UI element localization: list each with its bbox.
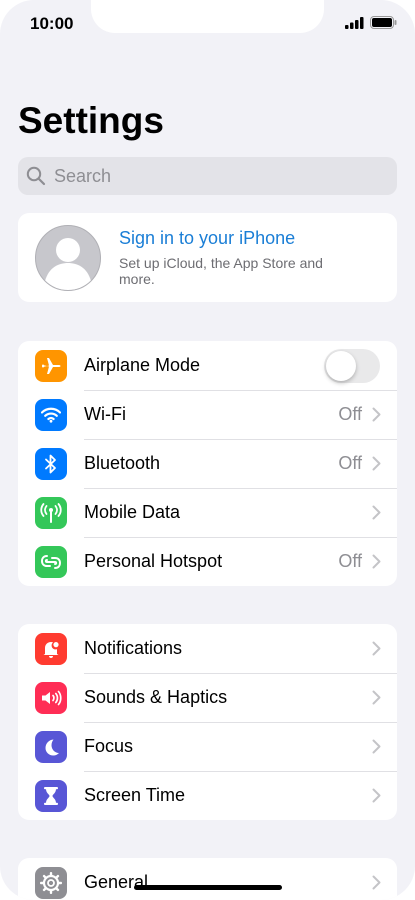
- row-label: Screen Time: [84, 785, 186, 805]
- bluetooth-icon: [35, 447, 67, 480]
- bell-icon: [35, 632, 67, 665]
- avatar: [35, 224, 101, 291]
- account-card[interactable]: Sign in to your iPhone Set up iCloud, th…: [18, 213, 397, 302]
- row-personal-hotspot[interactable]: Personal Hotspot Off: [18, 537, 397, 586]
- home-indicator[interactable]: [134, 885, 282, 890]
- row-label: Bluetooth: [84, 453, 161, 473]
- bluetooth-status: Off: [338, 453, 362, 473]
- search-input[interactable]: [52, 164, 376, 188]
- antenna-icon: [35, 496, 67, 529]
- hotspot-status: Off: [338, 551, 362, 571]
- account-title: Sign in to your iPhone: [119, 228, 296, 248]
- row-screen-time[interactable]: Screen Time: [18, 771, 397, 820]
- account-subtitle: Set up iCloud, the App Store and more.: [119, 255, 323, 287]
- row-label: Wi-Fi: [84, 404, 126, 424]
- chevron-right-icon: [372, 554, 381, 569]
- chevron-right-icon: [372, 739, 381, 754]
- search-icon: [26, 166, 46, 186]
- row-sounds-haptics[interactable]: Sounds & Haptics: [18, 673, 397, 722]
- hourglass-icon: [35, 779, 67, 812]
- chevron-right-icon: [372, 505, 381, 520]
- row-mobile-data[interactable]: Mobile Data: [18, 488, 397, 537]
- row-label: Sounds & Haptics: [84, 687, 228, 707]
- row-bluetooth[interactable]: Bluetooth Off: [18, 439, 397, 488]
- row-label: Mobile Data: [84, 502, 181, 522]
- row-label: Notifications: [84, 638, 183, 658]
- chevron-right-icon: [372, 690, 381, 705]
- row-general[interactable]: General: [18, 858, 397, 900]
- wifi-status: Off: [338, 404, 362, 424]
- row-notifications[interactable]: Notifications: [18, 624, 397, 673]
- row-airplane-mode[interactable]: Airplane Mode: [18, 341, 397, 390]
- chevron-right-icon: [372, 875, 381, 890]
- wifi-icon: [35, 398, 67, 431]
- status-time: 10:00: [30, 14, 74, 33]
- moon-icon: [35, 730, 67, 763]
- chevron-right-icon: [372, 407, 381, 422]
- row-wifi[interactable]: Wi-Fi Off: [18, 390, 397, 439]
- chevron-right-icon: [372, 456, 381, 471]
- airplane-icon: [35, 349, 67, 382]
- status-icons: [345, 16, 397, 29]
- row-label: Personal Hotspot: [84, 551, 223, 571]
- gear-icon: [35, 866, 67, 899]
- toggle-knob: [326, 350, 356, 381]
- notch: [91, 0, 324, 33]
- notifications-group: Notifications Sounds & Haptics Focus Scr…: [18, 624, 397, 820]
- page-title: Settings: [18, 100, 164, 141]
- phone-screen: 10:00 Settings Sign in to you: [0, 0, 415, 900]
- speaker-icon: [35, 681, 67, 714]
- search-bar[interactable]: [18, 157, 397, 195]
- row-label: Focus: [84, 736, 134, 756]
- battery-icon: [370, 16, 397, 29]
- row-label: Airplane Mode: [84, 355, 201, 375]
- general-group: General: [18, 858, 397, 900]
- connectivity-group: Airplane Mode Wi-Fi Off Bluetooth Off Mo…: [18, 341, 397, 586]
- chevron-right-icon: [372, 788, 381, 803]
- hotspot-icon: [35, 545, 67, 578]
- row-focus[interactable]: Focus: [18, 722, 397, 771]
- person-icon: [45, 237, 91, 290]
- airplane-mode-toggle[interactable]: [324, 348, 380, 383]
- cellular-signal-icon: [345, 16, 364, 29]
- chevron-right-icon: [372, 641, 381, 656]
